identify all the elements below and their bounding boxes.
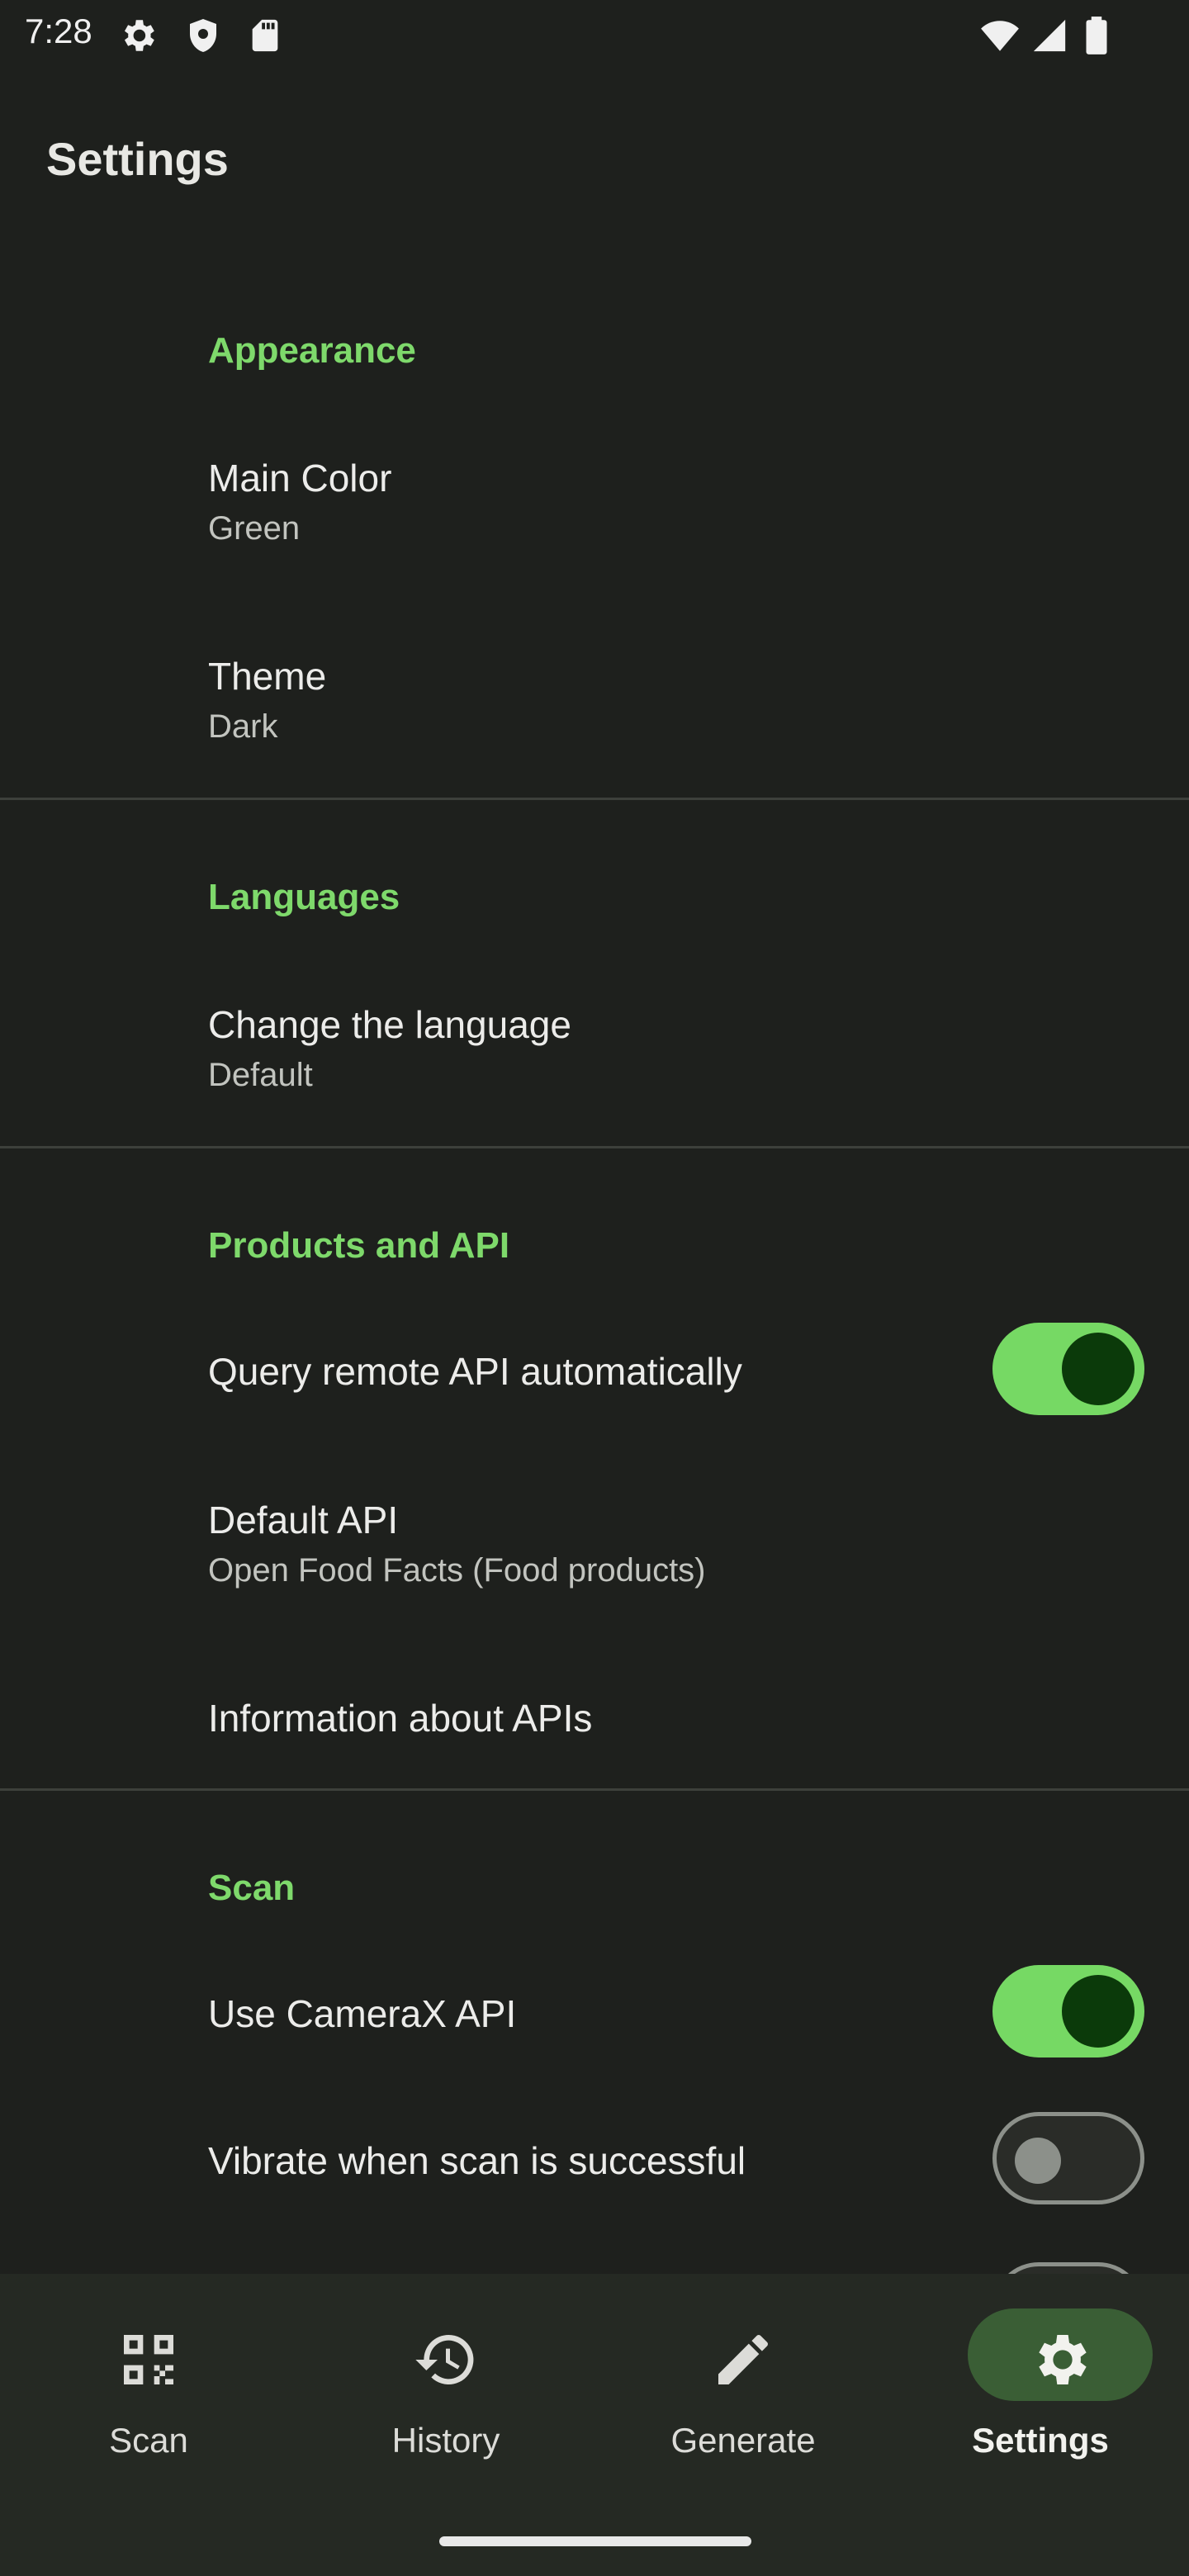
camerax-toggle[interactable] bbox=[992, 1965, 1144, 2057]
page-title: Settings bbox=[46, 133, 229, 185]
setting-title: Information about APIs bbox=[208, 1697, 593, 1740]
setting-value: Open Food Facts (Food products) bbox=[208, 1552, 706, 1589]
bottom-navigation: Scan History Generate Settings bbox=[0, 2274, 1189, 2576]
setting-title: Main Color bbox=[208, 457, 392, 500]
section-divider bbox=[0, 1146, 1189, 1148]
wifi-icon bbox=[981, 21, 1019, 51]
shield-icon bbox=[190, 19, 216, 52]
toggle-knob bbox=[1015, 2138, 1061, 2184]
nav-item-settings[interactable]: Settings bbox=[892, 2274, 1189, 2488]
setting-value: Dark bbox=[208, 708, 278, 745]
sd-card-icon bbox=[252, 19, 278, 52]
setting-title: Query remote API automatically bbox=[208, 1350, 742, 1393]
section-header-scan: Scan bbox=[208, 1868, 296, 1908]
gear-icon bbox=[124, 20, 154, 51]
section-header-appearance: Appearance bbox=[208, 330, 416, 371]
setting-title: Vibrate when scan is successful bbox=[208, 2139, 746, 2182]
nav-item-scan[interactable]: Scan bbox=[0, 2274, 297, 2488]
vibrate-toggle[interactable] bbox=[992, 2112, 1144, 2204]
toggle-knob bbox=[1062, 1333, 1135, 1405]
section-header-products-api: Products and API bbox=[208, 1225, 510, 1266]
battery-icon bbox=[1086, 17, 1107, 54]
status-bar: 7:28 bbox=[0, 0, 1189, 71]
qr-scan-icon bbox=[124, 2335, 173, 2384]
pencil-icon bbox=[718, 2334, 768, 2384]
toggle-knob bbox=[1062, 1975, 1135, 2048]
setting-title: Change the language bbox=[208, 1003, 571, 1046]
gear-icon bbox=[1039, 2335, 1087, 2384]
history-icon bbox=[415, 2334, 474, 2384]
nav-label: History bbox=[391, 2421, 500, 2460]
setting-value: Default bbox=[208, 1057, 313, 1093]
nav-item-generate[interactable]: Generate bbox=[594, 2274, 892, 2488]
nav-label: Scan bbox=[109, 2421, 188, 2460]
nav-label: Generate bbox=[670, 2421, 816, 2460]
nav-item-history[interactable]: History bbox=[297, 2274, 594, 2488]
setting-title: Theme bbox=[208, 655, 327, 698]
section-header-languages: Languages bbox=[208, 877, 400, 917]
status-time: 7:28 bbox=[25, 12, 92, 50]
setting-value: Green bbox=[208, 510, 301, 547]
setting-title: Default API bbox=[208, 1499, 399, 1541]
gesture-bar[interactable] bbox=[439, 2536, 751, 2546]
query-remote-api-toggle[interactable] bbox=[992, 1323, 1144, 1415]
section-divider bbox=[0, 798, 1189, 800]
signal-icon bbox=[1033, 19, 1066, 52]
nav-label: Settings bbox=[972, 2421, 1109, 2460]
setting-title: Use CameraX API bbox=[208, 1992, 517, 2035]
section-divider bbox=[0, 1788, 1189, 1791]
